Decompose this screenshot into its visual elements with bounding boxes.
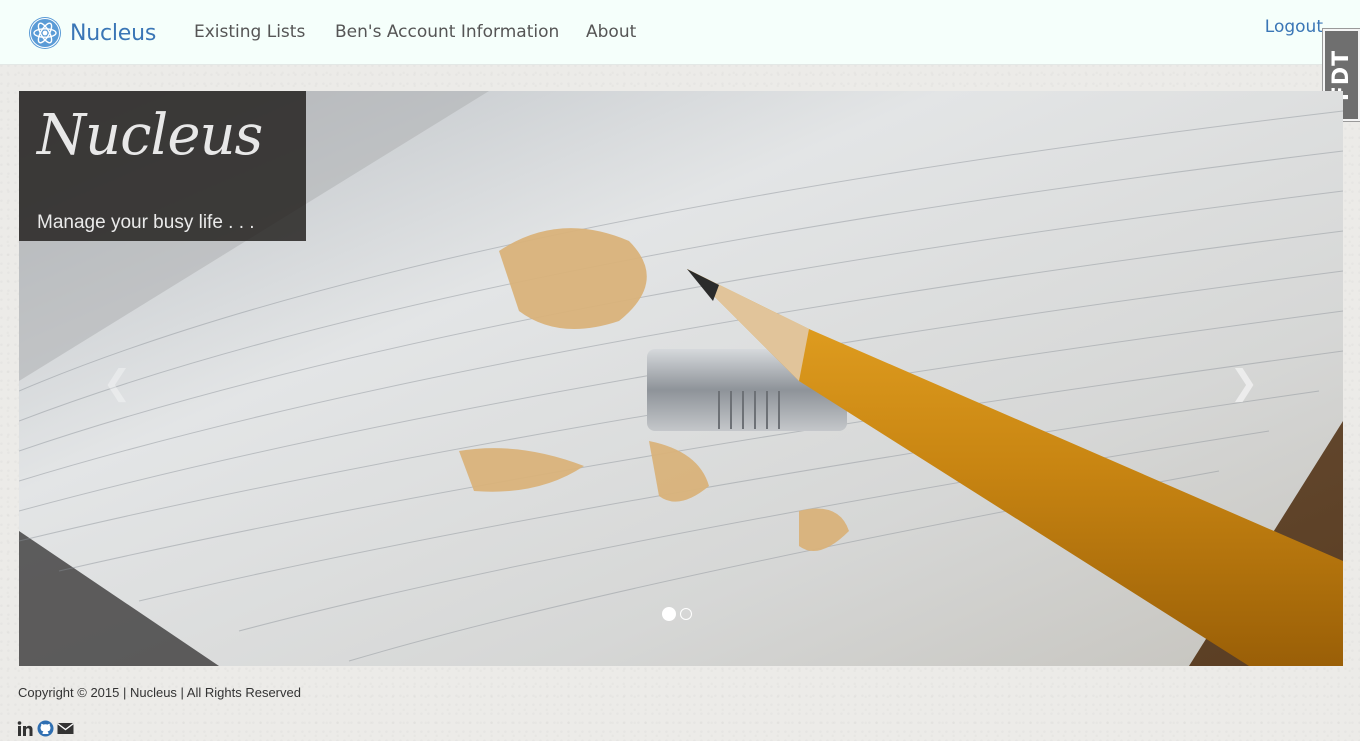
carousel-indicator-1[interactable] bbox=[662, 607, 676, 621]
atom-icon bbox=[29, 17, 61, 49]
linkedin-icon[interactable] bbox=[17, 720, 34, 737]
carousel-indicator-2[interactable] bbox=[680, 608, 692, 620]
nav-existing-lists[interactable]: Existing Lists bbox=[194, 22, 305, 42]
carousel-next-button[interactable]: ❯ bbox=[1226, 363, 1262, 403]
caption-subtitle: Manage your busy life . . . bbox=[37, 212, 255, 233]
chevron-left-icon: ❮ bbox=[102, 363, 132, 403]
envelope-icon[interactable] bbox=[57, 720, 74, 737]
carousel-indicators bbox=[662, 607, 692, 621]
navbar: Nucleus Existing Lists Ben's Account Inf… bbox=[0, 0, 1360, 65]
carousel-prev-button[interactable]: ❮ bbox=[99, 363, 135, 403]
chevron-right-icon: ❯ bbox=[1229, 363, 1259, 403]
brand-name: Nucleus bbox=[70, 20, 157, 46]
social-links bbox=[17, 720, 74, 737]
nav-account-information[interactable]: Ben's Account Information bbox=[335, 22, 559, 42]
github-icon[interactable] bbox=[37, 720, 54, 737]
copyright-text: Copyright © 2015 | Nucleus | All Rights … bbox=[18, 685, 301, 700]
logout-link[interactable]: Logout bbox=[1265, 17, 1323, 37]
carousel-caption: Nucleus Manage your busy life . . . bbox=[19, 91, 306, 241]
caption-title: Nucleus bbox=[37, 103, 263, 168]
nav-about[interactable]: About bbox=[586, 22, 636, 42]
brand-link[interactable]: Nucleus bbox=[28, 16, 156, 50]
hero-carousel: Nucleus Manage your busy life . . . ❮ ❯ bbox=[19, 91, 1343, 666]
